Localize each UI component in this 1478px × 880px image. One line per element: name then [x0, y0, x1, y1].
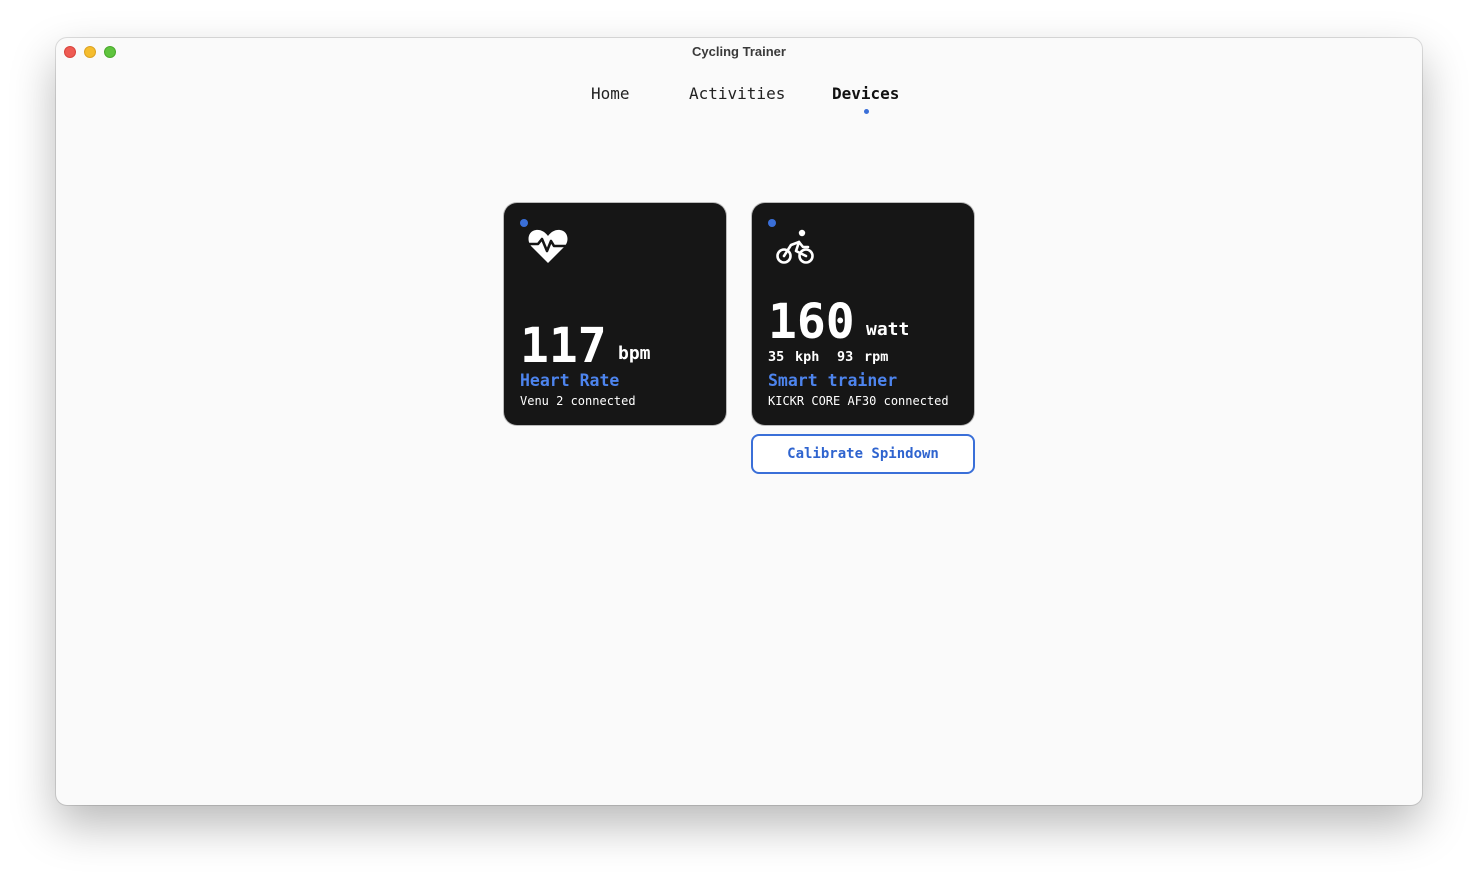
- smart-trainer-card[interactable]: 160 watt 35 kph 93 rpm Smart trainer KIC…: [752, 203, 974, 425]
- app-window: Cycling Trainer Home Activities Devices …: [56, 38, 1422, 805]
- connection-status-dot: [768, 219, 776, 227]
- calibrate-spindown-button[interactable]: Calibrate Spindown: [751, 434, 975, 474]
- active-tab-indicator: [864, 109, 869, 114]
- speed-value: 35: [768, 349, 785, 365]
- heart-pulse-icon: [526, 227, 570, 267]
- speed-unit: kph: [795, 349, 820, 365]
- bicycle-icon: [774, 227, 818, 267]
- tab-home[interactable]: Home: [591, 84, 630, 103]
- tab-activities[interactable]: Activities: [689, 84, 785, 103]
- heart-rate-card[interactable]: 117 bpm Heart Rate Venu 2 connected: [504, 203, 726, 425]
- window-title: Cycling Trainer: [692, 44, 786, 59]
- heart-rate-value: 117: [520, 318, 607, 374]
- top-nav: Home Activities Devices: [56, 84, 1422, 120]
- power-value: 160: [768, 294, 855, 350]
- tab-devices[interactable]: Devices: [832, 84, 899, 103]
- cadence-unit: rpm: [864, 349, 889, 365]
- trainer-device-status: KICKR CORE AF30 connected: [768, 394, 949, 408]
- connection-status-dot: [520, 219, 528, 227]
- trainer-device-type: Smart trainer: [768, 371, 898, 390]
- heart-rate-device-type: Heart Rate: [520, 371, 620, 390]
- title-bar: Cycling Trainer: [56, 38, 1422, 66]
- power-unit: watt: [866, 319, 910, 340]
- heart-rate-unit: bpm: [618, 343, 651, 364]
- cadence-value: 93: [837, 349, 854, 365]
- heart-rate-device-status: Venu 2 connected: [520, 394, 636, 408]
